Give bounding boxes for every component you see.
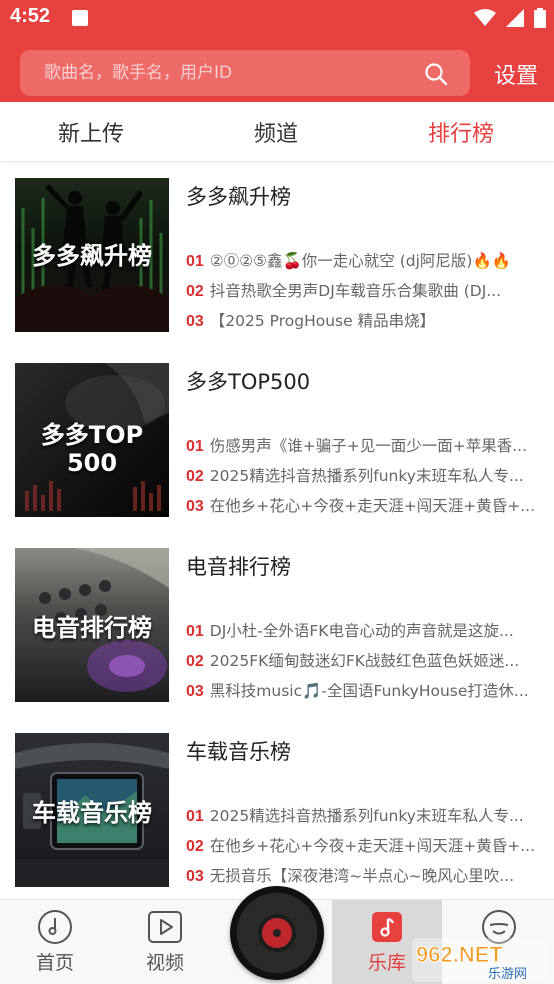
track-row: 02 2025精选抖音热播系列funky末班车私人专... [186,464,536,490]
chart-cover: 电音排行榜 [15,548,169,702]
track-title: 【2025 ProgHouse 精品串烧】 [209,312,436,330]
search-box[interactable] [20,50,470,96]
music-disc-icon [38,910,72,944]
header: 设置 [0,36,554,102]
track-rank: 01 [186,623,204,640]
cover-title: 电音排行榜 [32,614,152,642]
nav-home[interactable]: 首页 [0,900,110,984]
track-title: ②⓪②⑤鑫🍒你一走心就空 (dj阿尼版)🔥🔥 [209,252,512,270]
track-rank: 01 [186,808,204,825]
track-title: DJ小杜-全外语FK电音心动的声音就是这旋... [209,622,514,640]
chart-item-top500[interactable]: 多多TOP 500 多多TOP500 01 伤感男声《谁+骗子+见一面少一面+苹果… [0,348,554,533]
track-rank: 03 [186,683,204,700]
status-time: 4:52 [10,5,51,27]
chart-list: 多多飙升榜 多多飙升榜 01 ②⓪②⑤鑫🍒你一走心就空 (dj阿尼版)🔥🔥 02 抖… [0,163,554,899]
signal-icon [506,9,524,27]
track-title: 抖音热歌全男声DJ车载音乐合集歌曲 (DJ... [209,282,502,300]
track-row: 03 【2025 ProgHouse 精品串烧】 [186,309,536,335]
chart-name: 车载音乐榜 [186,740,291,764]
tab-ranking[interactable]: 排行榜 [428,116,494,148]
track-rank: 02 [186,283,204,300]
nav-home-label: 首页 [35,952,74,974]
nav-video-label: 视频 [145,952,184,974]
cover-title: 多多飙升榜 [32,242,152,270]
track-rank: 02 [186,838,204,855]
track-row: 01 DJ小杜-全外语FK电音心动的声音就是这旋... [186,619,536,645]
chart-cover: 车载音乐榜 [15,733,169,887]
video-play-icon [148,911,182,943]
tab-bar: 新上传 频道 排行榜 [0,102,554,162]
notification-icon [72,10,88,26]
watermark-logo: 962.NET 乐游网 [412,938,548,982]
music-library-icon [372,912,402,942]
track-row: 03 在他乡+花心+今夜+走天涯+闯天涯+黄昏+... [186,494,536,520]
track-row: 02 抖音热歌全男声DJ车载音乐合集歌曲 (DJ... [186,279,536,305]
track-row: 02 在他乡+花心+今夜+走天涯+闯天涯+黄昏+... [186,834,536,860]
disc-center-hole [273,929,281,937]
track-row: 02 2025FK缅甸鼓迷幻FK战鼓红色蓝色妖姬迷... [186,649,536,675]
watermark-text: 962.NET [416,942,503,967]
track-row: 01 伤感男声《谁+骗子+见一面少一面+苹果香... [186,434,536,460]
track-title: 2025精选抖音热播系列funky末班车私人专... [209,467,524,485]
search-icon[interactable] [424,62,448,86]
track-rank: 03 [186,313,204,330]
chart-item-car-music[interactable]: 车载音乐榜 车载音乐榜 01 2025精选抖音热播系列funky末班车私人专...… [0,718,554,899]
chart-item-soaring[interactable]: 多多飙升榜 多多飙升榜 01 ②⓪②⑤鑫🍒你一走心就空 (dj阿尼版)🔥🔥 02 抖… [0,163,554,348]
chart-cover: 多多TOP 500 [15,363,169,517]
track-title: 伤感男声《谁+骗子+见一面少一面+苹果香... [209,437,528,455]
watermark-sub: 乐游网 [488,967,527,982]
wifi-icon [474,9,496,26]
chart-name: 电音排行榜 [186,555,291,579]
track-row: 01 ②⓪②⑤鑫🍒你一走心就空 (dj阿尼版)🔥🔥 [186,249,536,275]
track-rank: 02 [186,468,204,485]
track-rank: 01 [186,438,204,455]
nav-video[interactable]: 视频 [110,900,220,984]
search-input[interactable] [44,50,404,96]
track-row: 01 2025精选抖音热播系列funky末班车私人专... [186,804,536,830]
cover-title-line-1: 多多TOP [40,421,144,449]
track-title: 无损音乐【深夜港湾~半点心~晚风心里吹... [209,867,515,885]
track-rank: 03 [186,498,204,515]
track-rank: 02 [186,653,204,670]
cover-title-line-2: 500 [66,449,118,477]
cover-title: 车载音乐榜 [32,799,152,827]
track-row: 03 黑科技music🎵-全国语FunkyHouse打造休... [186,679,536,705]
track-title: 在他乡+花心+今夜+走天涯+闯天涯+黄昏+... [209,837,536,855]
track-title: 2025精选抖音热播系列funky末班车私人专... [209,807,524,825]
chart-item-electronic[interactable]: 电音排行榜 电音排行榜 01 DJ小杜-全外语FK电音心动的声音就是这旋... 0… [0,533,554,718]
track-title: 在他乡+花心+今夜+走天涯+闯天涯+黄昏+... [209,497,536,515]
tab-new-upload[interactable]: 新上传 [58,116,124,148]
track-title: 黑科技music🎵-全国语FunkyHouse打造休... [209,682,529,700]
chart-name: 多多TOP500 [186,370,311,394]
status-bar: 4:52 [0,0,554,36]
status-icons [474,8,546,28]
track-row: 03 无损音乐【深夜港湾~半点心~晚风心里吹... [186,864,536,890]
track-title: 2025FK缅甸鼓迷幻FK战鼓红色蓝色妖姬迷... [209,652,520,670]
settings-button[interactable]: 设置 [494,58,538,90]
tab-channel[interactable]: 频道 [254,116,298,148]
chart-name: 多多飙升榜 [186,185,291,209]
track-rank: 03 [186,868,204,885]
battery-icon [534,8,546,28]
track-rank: 01 [186,253,204,270]
player-disc-button[interactable] [230,886,324,980]
chart-cover: 多多飙升榜 [15,178,169,332]
